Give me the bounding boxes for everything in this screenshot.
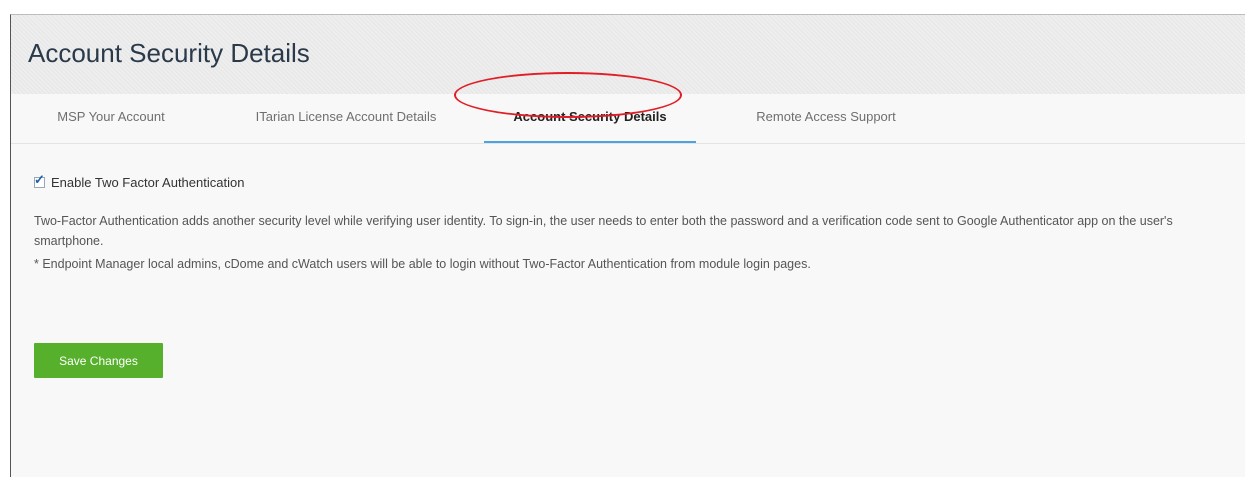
tab-msp-your-account[interactable]: MSP Your Account bbox=[31, 94, 191, 141]
highlight-annotation-ellipse bbox=[454, 72, 682, 118]
checkmark-icon: ✓ bbox=[34, 172, 45, 187]
tab-remote-access-support[interactable]: Remote Access Support bbox=[721, 94, 931, 141]
two-factor-checkbox-row[interactable]: ✓ Enable Two Factor Authentication bbox=[34, 173, 245, 190]
two-factor-note: * Endpoint Manager local admins, cDome a… bbox=[34, 257, 811, 271]
page-title: Account Security Details bbox=[28, 38, 310, 68]
two-factor-description: Two-Factor Authentication adds another s… bbox=[34, 214, 1173, 248]
save-changes-button[interactable]: Save Changes bbox=[34, 343, 163, 378]
two-factor-checkbox[interactable]: ✓ bbox=[34, 173, 45, 188]
tab-itarian-license-account-details[interactable]: ITarian License Account Details bbox=[221, 94, 471, 141]
two-factor-checkbox-label: Enable Two Factor Authentication bbox=[51, 175, 245, 190]
